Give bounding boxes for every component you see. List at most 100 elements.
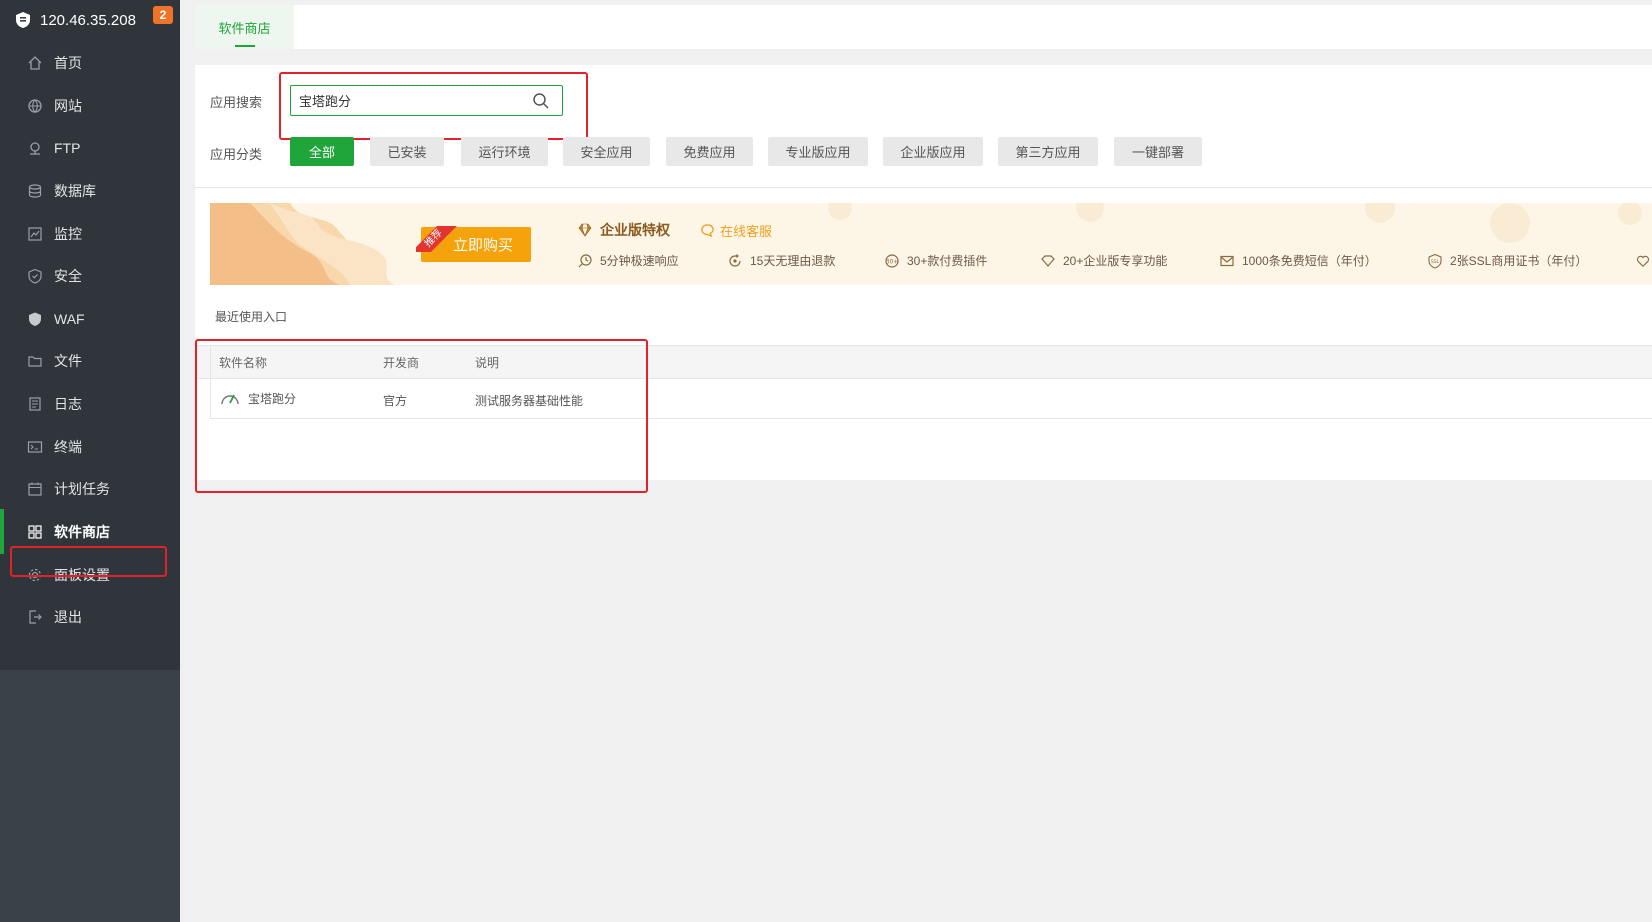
svg-text:SSL: SSL: [1431, 259, 1440, 265]
sidebar-item-label: 监控: [54, 225, 82, 242]
grid-icon: [26, 523, 44, 541]
sidebar-item-label: 计划任务: [54, 480, 110, 497]
fast-response-icon: [577, 253, 593, 269]
log-icon: [26, 395, 44, 413]
feature-label: 5分钟极速响应: [600, 254, 679, 268]
notification-badge[interactable]: 2: [153, 6, 173, 24]
tab-label: 软件商店: [218, 20, 271, 36]
plugin-icon: 30+: [884, 253, 900, 269]
feature-label: 1000条免费短信（年付）: [1242, 254, 1377, 268]
sidebar-item-label: 退出: [54, 608, 82, 625]
feature-fast-response: 5分钟极速响应: [577, 252, 679, 269]
sidebar-item-label: 软件商店: [54, 523, 110, 540]
category-all-button[interactable]: 全部: [290, 137, 354, 166]
category-label: 应用分类: [210, 147, 263, 162]
sidebar-item-logs[interactable]: 日志: [0, 381, 180, 426]
online-service-label: 在线客服: [720, 224, 773, 239]
column-header-name: 软件名称: [219, 356, 268, 370]
tab-app-store[interactable]: 软件商店: [195, 5, 294, 49]
feature-label: 20+企业版专享功能: [1063, 254, 1168, 268]
refund-icon: [727, 253, 743, 269]
sidebar-item-settings[interactable]: 面板设置: [0, 552, 180, 597]
chat-icon: [701, 224, 714, 238]
enterprise-title-label: 企业版特权: [600, 222, 670, 238]
home-icon: [26, 54, 44, 72]
search-field[interactable]: [290, 85, 563, 116]
sidebar-item-label: FTP: [54, 139, 81, 156]
sidebar: 120.46.35.208 2 首页 网站 FTP 数据库 监控 安全 WAF …: [0, 0, 180, 922]
column-header-description: 说明: [475, 356, 500, 370]
sidebar-item-label: WAF: [54, 310, 85, 327]
sidebar-item-cron[interactable]: 计划任务: [0, 466, 180, 511]
feature-label: 2张SSL商用证书（年付）: [1450, 254, 1588, 268]
category-free-button[interactable]: 免费应用: [666, 137, 753, 166]
category-deploy-button[interactable]: 一键部署: [1114, 137, 1202, 166]
monitor-icon: [26, 225, 44, 243]
sidebar-item-logout[interactable]: 退出: [0, 594, 180, 639]
sidebar-item-label: 终端: [54, 438, 82, 455]
waf-shield-icon: [26, 310, 44, 328]
sidebar-item-label: 日志: [54, 395, 82, 412]
category-enterprise-button[interactable]: 企业版应用: [883, 137, 983, 166]
sidebar-item-label: 数据库: [54, 182, 96, 199]
sidebar-item-security[interactable]: 安全: [0, 253, 180, 298]
active-indicator: [0, 509, 4, 554]
sidebar-menu: 首页 网站 FTP 数据库 监控 安全 WAF 文件 日志 终端 计划任务 软件…: [0, 40, 180, 670]
sidebar-item-files[interactable]: 文件: [0, 338, 180, 383]
sidebar-item-label: 文件: [54, 352, 82, 369]
sidebar-header: 120.46.35.208 2: [0, 0, 180, 40]
sidebar-item-label: 安全: [54, 267, 82, 284]
ssl-icon: SSL: [1427, 253, 1443, 269]
gauge-icon: [221, 394, 239, 405]
server-logo-icon: [16, 12, 30, 28]
sidebar-item-database[interactable]: 数据库: [0, 168, 180, 213]
tab-underline: [235, 45, 255, 47]
shield-icon: [26, 267, 44, 285]
host-ip: 120.46.35.208: [40, 11, 136, 29]
sidebar-item-website[interactable]: 网站: [0, 83, 180, 128]
sidebar-item-ftp[interactable]: FTP: [0, 125, 180, 170]
feature-enterprise: 20+企业版专享功能: [1040, 252, 1167, 269]
column-header-vendor: 开发商: [383, 356, 420, 370]
recent-entries-label: 最近使用入口: [215, 310, 288, 324]
sidebar-item-label: 网站: [54, 97, 82, 114]
logout-icon: [26, 608, 44, 626]
globe-icon: [26, 97, 44, 115]
sidebar-item-label: 面板设置: [54, 566, 110, 583]
mail-icon: [1219, 253, 1235, 269]
diamond-icon: [578, 223, 592, 237]
table-row[interactable]: [210, 379, 1652, 419]
sidebar-item-terminal[interactable]: 终端: [0, 424, 180, 469]
ribbon-label: 推荐: [416, 226, 460, 252]
calendar-icon: [26, 480, 44, 498]
search-icon[interactable]: [532, 92, 550, 110]
heart-icon: [1636, 255, 1650, 268]
tab-bar: 软件商店: [195, 5, 1652, 49]
sidebar-item-app-store[interactable]: 软件商店: [0, 509, 180, 554]
feature-label: 15天无理由退款: [750, 254, 836, 268]
category-pro-button[interactable]: 专业版应用: [768, 137, 868, 166]
sidebar-item-waf[interactable]: WAF: [0, 296, 180, 341]
sidebar-item-label: 首页: [54, 54, 82, 71]
search-input[interactable]: [299, 86, 519, 115]
category-third-party-button[interactable]: 第三方应用: [998, 137, 1098, 166]
feature-refund: 15天无理由退款: [727, 252, 835, 269]
feature-sms: 1000条免费短信（年付）: [1219, 252, 1377, 269]
feature-label: 30+款付费插件: [907, 254, 988, 268]
sidebar-item-monitor[interactable]: 监控: [0, 211, 180, 256]
sidebar-item-home[interactable]: 首页: [0, 40, 180, 85]
cell-vendor: 官方: [383, 394, 408, 408]
category-installed-button[interactable]: 已安装: [370, 137, 444, 166]
online-service-link[interactable]: 在线客服: [700, 221, 772, 240]
feature-ssl: SSL 2张SSL商用证书（年付）: [1427, 252, 1587, 269]
feature-plugins: 30+ 30+款付费插件: [884, 252, 987, 269]
cell-name[interactable]: 宝塔跑分: [219, 389, 296, 407]
cell-description: 测试服务器基础性能: [475, 394, 584, 408]
recommend-ribbon: 推荐: [416, 226, 460, 252]
folder-icon: [26, 352, 44, 370]
category-runtime-button[interactable]: 运行环境: [461, 137, 548, 166]
category-security-button[interactable]: 安全应用: [563, 137, 650, 166]
search-label: 应用搜索: [210, 95, 263, 110]
database-icon: [26, 182, 44, 200]
gear-icon: [26, 566, 44, 584]
